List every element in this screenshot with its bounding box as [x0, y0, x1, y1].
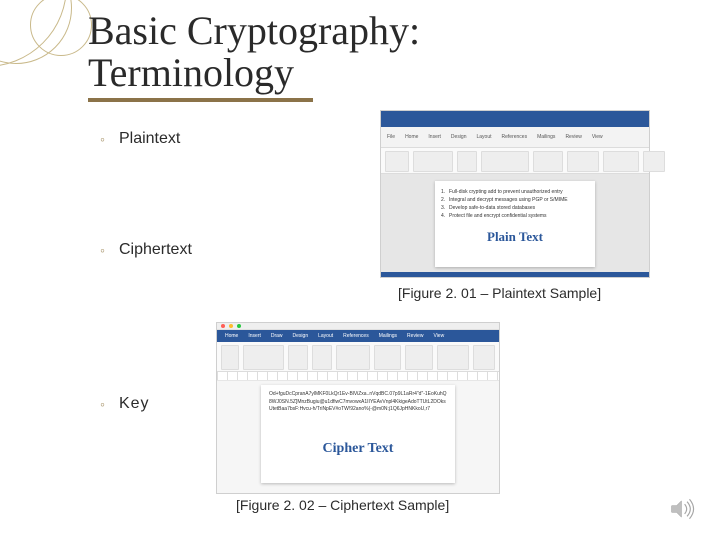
plaintext-list-item: 4.Protect file and encrypt confidential …: [441, 213, 589, 219]
ribbon-tab: References: [343, 333, 369, 339]
ribbon-tab: Draw: [271, 333, 283, 339]
ribbon-tab: Design: [293, 333, 309, 339]
figure-caption-plaintext: [Figure 2. 01 – Plaintext Sample]: [398, 285, 601, 301]
bullet-marker-icon: ◦: [100, 242, 105, 258]
plaintext-list-item: 2.Integral and decrypt messages using PG…: [441, 197, 589, 203]
word-toolbar: [217, 342, 499, 372]
ribbon-tab: View: [433, 333, 444, 339]
speaker-icon[interactable]: [670, 498, 696, 520]
bullet-key-label: Key: [119, 395, 150, 413]
ribbon-tab: Review: [407, 333, 423, 339]
figure-caption-ciphertext: [Figure 2. 02 – Ciphertext Sample]: [236, 497, 449, 513]
bullet-plaintext: ◦ Plaintext: [100, 130, 180, 148]
decorative-circle: [30, 0, 92, 56]
maximize-dot-icon: [237, 324, 241, 328]
close-dot-icon: [221, 324, 225, 328]
ribbon-tab: Review: [565, 134, 581, 140]
ribbon-tab: Insert: [248, 333, 261, 339]
slide: Basic Cryptography: Terminology ◦ Plaint…: [0, 0, 720, 540]
title-underline: [88, 98, 313, 102]
bullet-ciphertext-label: Ciphertext: [119, 241, 192, 259]
ribbon-tab: Home: [405, 134, 418, 140]
mac-window-controls: [217, 323, 499, 330]
bullet-key: ◦ Key: [100, 395, 150, 413]
plaintext-list-item: 1.Full-disk crypting add to prevent unau…: [441, 189, 589, 195]
slide-title: Basic Cryptography: Terminology: [88, 10, 420, 102]
figure-ciphertext-sample: Home Insert Draw Design Layout Reference…: [216, 322, 500, 494]
ribbon-tab: File: [387, 134, 395, 140]
word-ribbon-tabs: Home Insert Draw Design Layout Reference…: [217, 330, 499, 342]
ribbon-tab: Insert: [428, 134, 441, 140]
figure-plaintext-sample: File Home Insert Design Layout Reference…: [380, 110, 650, 278]
bullet-plaintext-label: Plaintext: [119, 130, 180, 148]
word-titlebar: [381, 111, 649, 127]
bullet-ciphertext: ◦ Ciphertext: [100, 241, 192, 259]
word-page: 1.Full-disk crypting add to prevent unau…: [435, 181, 595, 267]
bullet-marker-icon: ◦: [100, 131, 105, 147]
word-statusbar: [381, 272, 649, 277]
ribbon-tab: Mailings: [379, 333, 397, 339]
ribbon-tab: References: [502, 134, 528, 140]
word-ribbon-tabs: File Home Insert Design Layout Reference…: [381, 127, 649, 148]
plaintext-heading: Plain Text: [441, 229, 589, 245]
bullet-marker-icon: ◦: [100, 396, 105, 412]
ciphertext-body: Od+fguDcCpranA7ylMKF0LkQr1Ev-BlViZxa..nV…: [269, 391, 447, 429]
ribbon-tab: Layout: [318, 333, 333, 339]
ribbon-tab: View: [592, 134, 603, 140]
title-line-1: Basic Cryptography:: [88, 8, 420, 53]
plaintext-list-item: 3.Develop safe-to-data stored databases: [441, 205, 589, 211]
word-page: Od+fguDcCpranA7ylMKF0LkQr1Ev-BlViZxa..nV…: [261, 385, 455, 483]
ribbon-tab: Home: [225, 333, 238, 339]
ribbon-tab: Design: [451, 134, 467, 140]
title-line-2: Terminology: [88, 50, 294, 95]
ribbon-tab: Layout: [477, 134, 492, 140]
ribbon-tab: Mailings: [537, 134, 555, 140]
word-toolbar: [381, 148, 649, 174]
ciphertext-heading: Cipher Text: [269, 441, 447, 457]
word-ruler: [217, 372, 499, 381]
minimize-dot-icon: [229, 324, 233, 328]
